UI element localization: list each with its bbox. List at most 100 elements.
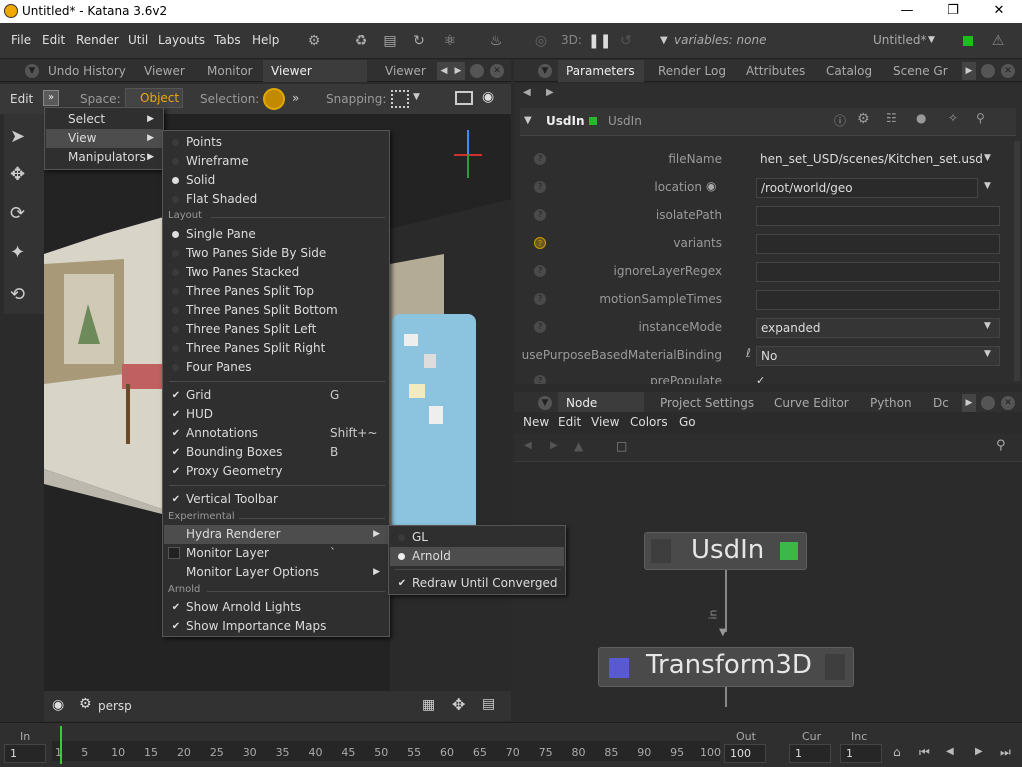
node-bypass-icon[interactable] — [651, 539, 671, 563]
filename-field[interactable]: hen_set_USD/scenes/Kitchen_set.usd — [756, 150, 1000, 170]
tab-parameters[interactable]: Parameters — [558, 60, 644, 82]
instancemode-dropdown-icon[interactable]: ▼ — [984, 321, 991, 331]
location-dropdown-icon[interactable]: ▼ — [984, 181, 991, 191]
tab-viewer[interactable]: Viewer — [136, 60, 193, 82]
usepurpose-dropdown-icon[interactable]: ▼ — [984, 349, 991, 359]
in-field[interactable]: 1 — [4, 744, 46, 763]
visibility-eye-icon[interactable]: ◉ — [482, 89, 494, 105]
menu-item-bounding-boxes[interactable]: ✔ Bounding Boxes B — [164, 443, 388, 462]
ng-home-icon[interactable]: □ — [616, 439, 627, 453]
tab-menu-icon-right[interactable]: ▼ — [538, 64, 552, 78]
menu-item-three-panes-right[interactable]: Three Panes Split Right — [164, 339, 388, 358]
ng-menu-edit[interactable]: Edit — [558, 415, 581, 429]
menu-item-select[interactable]: Select ▶ — [46, 110, 162, 129]
minimize-icon[interactable]: — — [884, 0, 930, 23]
menu-item-show-importance-maps[interactable]: ✔ Show Importance Maps — [164, 617, 388, 636]
filename-dropdown-icon[interactable]: ▼ — [984, 153, 991, 163]
project-dropdown[interactable]: Untitled* — [873, 33, 926, 47]
play-backward-icon[interactable]: ◀ — [946, 746, 954, 757]
project-dropdown-arrow-icon[interactable]: ▼ — [928, 35, 935, 45]
param-help-icon[interactable]: ? — [534, 265, 546, 277]
variables-dropdown-icon[interactable]: ▼ — [660, 35, 668, 46]
menu-item-annotations[interactable]: ✔ Annotations Shift+~ — [164, 424, 388, 443]
node-name-label[interactable]: UsdIn — [608, 114, 642, 128]
ng-menu-go[interactable]: Go — [679, 415, 696, 429]
menu-item-gl[interactable]: GL — [390, 528, 564, 547]
tab-curve-editor[interactable]: Curve Editor — [766, 392, 857, 414]
tab-python[interactable]: Python — [862, 392, 920, 414]
comment-icon[interactable]: ● — [916, 111, 926, 125]
tab-monitor[interactable]: Monitor — [199, 60, 261, 82]
search-icon[interactable]: ⚲ — [976, 111, 985, 125]
menu-item-four-panes[interactable]: Four Panes — [164, 358, 388, 377]
pin-icon[interactable]: ✧ — [948, 111, 958, 125]
menu-item-proxy-geometry[interactable]: ✔ Proxy Geometry — [164, 462, 388, 481]
ng-menu-new[interactable]: New — [523, 415, 549, 429]
space-dropdown[interactable]: Object — [125, 88, 183, 108]
snapping-icon[interactable] — [391, 90, 409, 108]
variants-field[interactable] — [756, 234, 1000, 254]
ng-search-icon[interactable]: ⚲ — [996, 438, 1006, 453]
frame-icon[interactable]: ▦ — [422, 697, 435, 713]
menu-item-solid[interactable]: Solid — [164, 171, 388, 190]
tab-scroll-left-icon[interactable]: ◀ — [437, 62, 451, 80]
pane-float-icon[interactable] — [470, 64, 484, 78]
node-transform3d[interactable]: Transform3D — [598, 647, 854, 687]
cur-field[interactable]: 1 — [789, 744, 831, 763]
rotate-icon[interactable]: ⟳ — [10, 203, 25, 224]
expression-icon[interactable]: ℓ — [746, 346, 751, 360]
step-forward-icon[interactable]: ⏭ — [1000, 745, 1011, 760]
refresh-icon[interactable]: ↺ — [617, 32, 635, 50]
param-help-icon[interactable]: ? — [534, 321, 546, 333]
menu-item-monitor-layer-options[interactable]: Monitor Layer Options ▶ — [164, 563, 388, 582]
render-teapot-icon[interactable]: ▤ — [381, 32, 399, 50]
node-view-icon[interactable]: ☷ — [886, 111, 897, 125]
menu-item-hydra-renderer[interactable]: Hydra Renderer ▶ — [164, 525, 388, 544]
param-help-icon[interactable]: ? — [534, 293, 546, 305]
menu-item-arnold[interactable]: Arnold — [390, 547, 564, 566]
menu-item-wireframe[interactable]: Wireframe — [164, 152, 388, 171]
ng-up-icon[interactable]: ▲ — [574, 439, 583, 453]
tab-undo-history[interactable]: Undo History — [40, 60, 134, 82]
menu-file[interactable]: File — [11, 33, 31, 47]
rotate-around-icon[interactable]: ⟲ — [10, 284, 25, 305]
menu-render[interactable]: Render — [76, 33, 119, 47]
inc-field[interactable]: 1 — [840, 744, 882, 763]
viewer-edit-menu[interactable]: Edit — [10, 92, 33, 106]
prepopulate-checkbox[interactable]: ✓ — [756, 374, 765, 384]
close-icon[interactable]: ✕ — [976, 0, 1022, 23]
tab-docs[interactable]: Dc — [925, 392, 957, 414]
instancemode-dropdown[interactable]: expanded — [756, 318, 1000, 338]
menu-item-monitor-layer[interactable]: Monitor Layer ` — [164, 544, 388, 563]
ng-menu-view[interactable]: View — [591, 415, 619, 429]
home-icon[interactable]: ⌂ — [893, 745, 901, 759]
tab-node-graph[interactable]: Node Graph — [558, 392, 644, 432]
tab-scroll-right-icon-3[interactable]: ▶ — [962, 394, 976, 412]
debug-render-icon[interactable]: ⚛ — [441, 32, 459, 50]
selection-expand-icon[interactable]: » — [292, 91, 299, 105]
scale-icon[interactable]: ✦ — [10, 242, 25, 263]
select-arrow-icon[interactable]: ➤ — [10, 126, 25, 147]
pan-move-icon[interactable]: ✥ — [452, 695, 465, 714]
node-usdin[interactable]: UsdIn — [644, 532, 807, 570]
tab-viewer-hydra[interactable]: Viewer (Hydra) — [263, 60, 367, 100]
tab-project-settings[interactable]: Project Settings — [652, 392, 762, 414]
menu-item-redraw-until-converged[interactable]: ✔ Redraw Until Converged — [390, 574, 564, 593]
ng-forward-icon[interactable]: ▶ — [550, 440, 558, 451]
pane-close-icon-2[interactable]: ✕ — [1001, 64, 1015, 78]
eye-icon[interactable]: ◉ — [52, 697, 64, 713]
tab-menu-icon-ng[interactable]: ▼ — [538, 396, 552, 410]
camera-gear-icon[interactable]: ⚙ — [79, 696, 92, 712]
tab-scroll-right-icon-2[interactable]: ▶ — [962, 62, 976, 80]
param-help-icon[interactable]: ? — [534, 153, 546, 165]
translate-icon[interactable]: ✥ — [10, 164, 25, 185]
tab-attributes[interactable]: Attributes — [738, 60, 813, 82]
menu-item-view[interactable]: View ▶ — [46, 129, 162, 148]
menu-item-vertical-toolbar[interactable]: ✔ Vertical Toolbar — [164, 490, 388, 509]
history-forward-icon[interactable]: ▶ — [546, 87, 554, 98]
tab-menu-icon[interactable]: ▼ — [25, 64, 39, 78]
pane-float-icon-3[interactable] — [981, 396, 995, 410]
ng-menu-colors[interactable]: Colors — [630, 415, 668, 429]
tab-viewer-2[interactable]: Viewer — [377, 60, 434, 82]
node-transform3d-bypass-icon[interactable] — [825, 654, 845, 680]
